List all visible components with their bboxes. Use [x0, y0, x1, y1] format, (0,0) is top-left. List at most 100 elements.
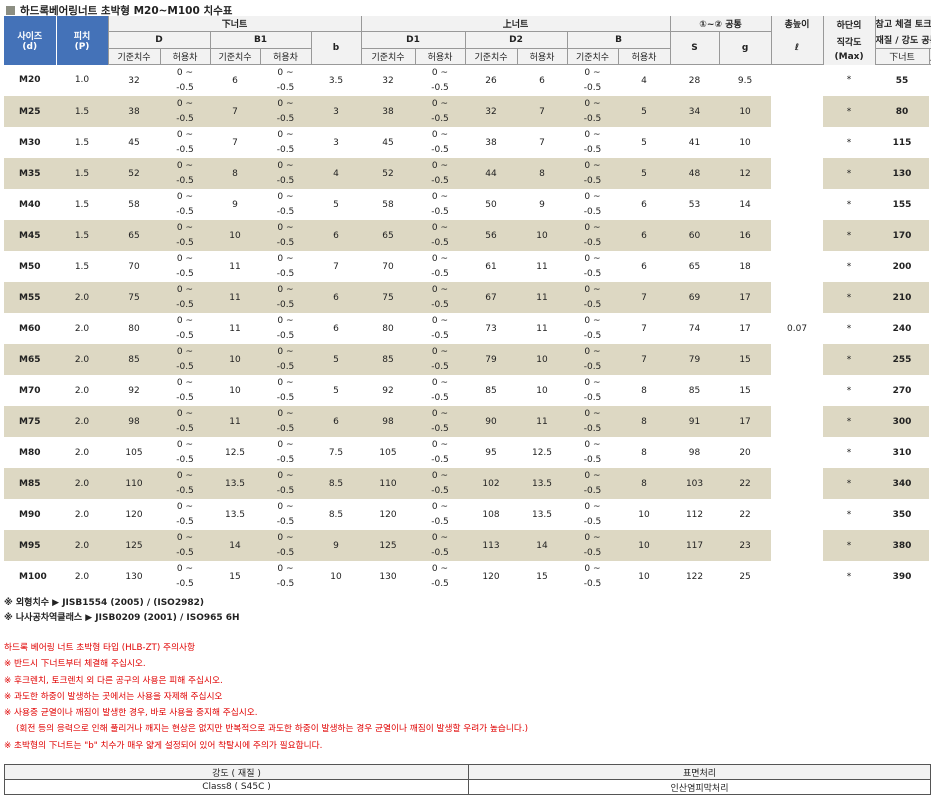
dimension-table: 사이즈 (d) 피치 (P) 下너트 上너트 ①~② 공통 총높이 하단의 직각도 (M… [4, 16, 931, 592]
tolerance-cell: 0 ~ -0.5 [567, 344, 618, 375]
D1-cell: 120 [379, 509, 397, 520]
pitch-cell: 2.0 [56, 468, 108, 499]
size-cell: M85 [4, 468, 56, 499]
tol-lower: -0.5 [431, 144, 449, 155]
total-height-cell: 20 [739, 447, 751, 458]
tol-lower: -0.5 [583, 268, 602, 279]
total-height-cell: 12 [719, 158, 772, 189]
S-cell: 5 [618, 96, 671, 127]
D-cell: 75 [108, 282, 160, 313]
tol-upper: 0 ~ [176, 501, 194, 512]
size-cell: M40 [19, 199, 41, 210]
pitch-cell: 1.5 [56, 96, 108, 127]
tol-upper: 0 ~ [431, 98, 449, 109]
D-cell: 32 [128, 75, 140, 86]
torque-upper-cell: 170 [875, 220, 930, 251]
B1-cell: 7 [232, 137, 238, 148]
pitch-cell: 2.0 [56, 282, 108, 313]
tolerance-cell: 0 ~ -0.5 [260, 96, 311, 127]
tol-lower: -0.5 [276, 516, 295, 527]
D-cell: 120 [125, 509, 143, 520]
D2-cell: 73 [485, 323, 497, 334]
header-std: 기준치수 [360, 48, 415, 65]
D-cell: 52 [108, 158, 160, 189]
tol-lower: -0.5 [176, 299, 194, 310]
torque-lower-cell: * [846, 199, 852, 210]
total-height-cell: 16 [719, 220, 772, 251]
pitch-cell: 1.5 [74, 199, 90, 210]
tol-upper: 0 ~ [176, 346, 194, 357]
tol-upper: 0 ~ [176, 160, 194, 171]
D2-cell: 50 [485, 199, 497, 210]
torque-lower-cell: * [823, 406, 876, 437]
tol-lower: -0.5 [431, 330, 449, 341]
B1-cell: 6 [232, 75, 238, 86]
header-pitch: 피치 (P) [55, 16, 108, 65]
size-cell: M95 [4, 530, 56, 561]
B1-cell: 8 [210, 158, 260, 189]
pitch-cell: 1.0 [74, 75, 90, 86]
D2-cell: 61 [485, 261, 497, 272]
D-cell: 58 [128, 199, 140, 210]
torque-upper-cell: 270 [892, 385, 912, 396]
tol-upper: 0 ~ [584, 439, 601, 450]
b-cell: 4 [311, 158, 361, 189]
header-total-height: 총높이 [770, 16, 824, 32]
torque-upper-cell: 210 [875, 282, 930, 313]
tol-lower: -0.5 [583, 175, 602, 186]
total-height-cell: 17 [719, 406, 772, 437]
tol-upper: 0 ~ [584, 129, 601, 140]
b-cell: 3 [311, 96, 361, 127]
B1-cell: 13.5 [210, 468, 260, 499]
g-cell: 69 [670, 282, 720, 313]
pitch-cell: 1.5 [74, 261, 90, 272]
header-tol: 허용차 [259, 48, 311, 65]
tol-upper: 0 ~ [176, 439, 194, 450]
torque-lower-cell: * [846, 323, 852, 334]
tol-lower: -0.5 [276, 144, 295, 155]
page-title: 하드록베어링너트 초박형 M20~M100 치수표 [6, 3, 232, 17]
b-cell: 5 [333, 385, 339, 396]
size-cell: M60 [19, 323, 41, 334]
tol-lower: -0.5 [176, 237, 194, 248]
b-cell: 5 [311, 344, 361, 375]
material-table: 강도 ( 재질 ) 표면처리 Class8 ( S45C ) 인산염피막처리 [4, 764, 931, 795]
D2-cell: 38 [485, 137, 497, 148]
S-cell: 8 [641, 385, 647, 396]
tol-upper: 0 ~ [277, 67, 294, 78]
D2-cell: 108 [482, 509, 500, 520]
B1-cell: 7 [210, 96, 260, 127]
tol-lower: -0.5 [583, 485, 602, 496]
tol-lower: -0.5 [431, 454, 449, 465]
B-cell: 14 [517, 530, 567, 561]
tol-upper: 0 ~ [277, 346, 294, 357]
tolerance-cell: 0 ~ -0.5 [160, 375, 210, 406]
tol-upper: 0 ~ [584, 98, 601, 109]
tol-lower: -0.5 [276, 206, 295, 217]
tolerance-cell: 0 ~ -0.5 [567, 189, 618, 220]
header-torque-upper: 上너트 [928, 48, 931, 65]
tolerance-cell: 0 ~ -0.5 [160, 65, 210, 97]
S-cell: 6 [641, 199, 647, 210]
tol-upper: 0 ~ [584, 222, 601, 233]
D-cell: 80 [128, 323, 140, 334]
header-std: 기준치수 [209, 48, 260, 65]
tol-upper: 0 ~ [584, 470, 601, 481]
size-cell: M25 [4, 96, 56, 127]
D2-cell: 44 [465, 158, 517, 189]
B-cell: 13.5 [517, 468, 567, 499]
header-g: g [718, 31, 772, 65]
tolerance-cell: 0 ~ -0.5 [160, 437, 210, 468]
tol-lower: -0.5 [176, 113, 194, 124]
header-B1: B1 [209, 31, 311, 49]
tolerance-cell: 0 ~ -0.5 [160, 344, 210, 375]
B1-cell: 12.5 [224, 447, 246, 458]
pitch-cell: 2.0 [74, 571, 90, 582]
tol-upper: 0 ~ [431, 284, 449, 295]
tolerance-cell: 0 ~ -0.5 [415, 468, 465, 499]
D1-cell: 52 [361, 158, 415, 189]
tolerance-cell: 0 ~ -0.5 [260, 561, 311, 592]
tol-upper: 0 ~ [584, 532, 601, 543]
caution-line: ※ 반드시 下너트부터 체결해 주십시오. [4, 659, 146, 670]
tol-lower: -0.5 [431, 547, 449, 558]
